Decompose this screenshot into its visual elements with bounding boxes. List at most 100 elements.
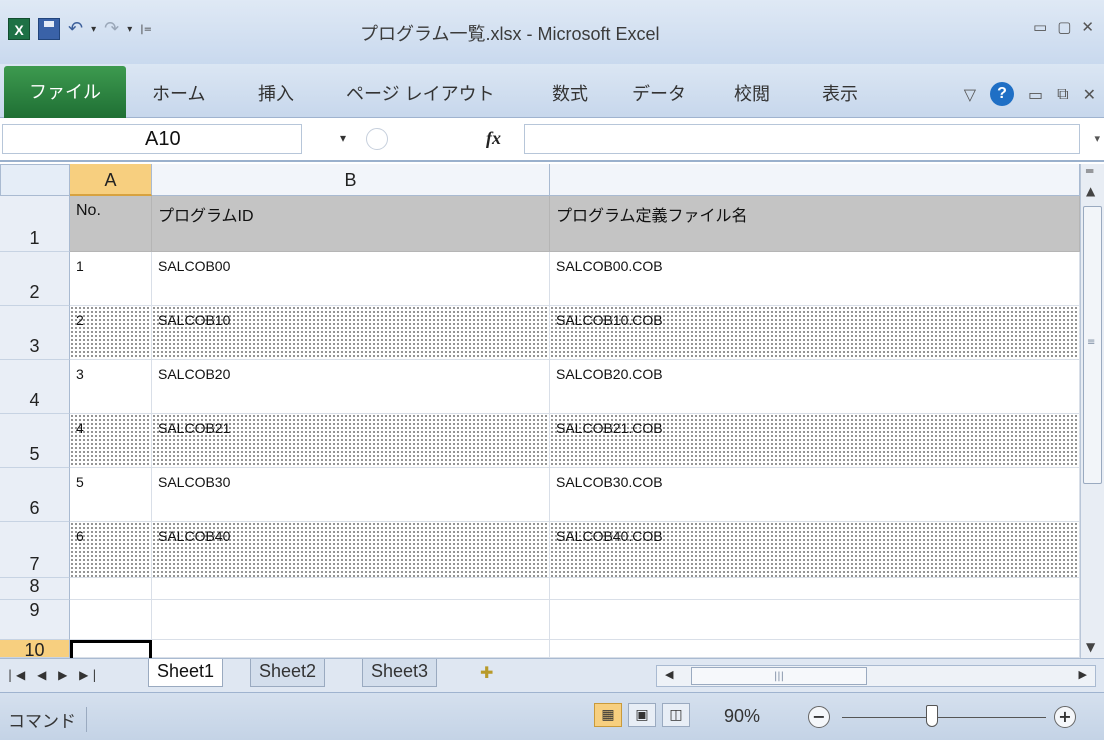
row-header[interactable]: 1: [0, 196, 70, 252]
zoom-level[interactable]: 90%: [724, 706, 760, 727]
normal-view-icon[interactable]: ▦: [594, 703, 622, 727]
cell[interactable]: SALCOB00.COB: [550, 252, 1080, 306]
horizontal-scroll-thumb[interactable]: |||: [691, 667, 867, 685]
cell[interactable]: 3: [70, 360, 152, 414]
scroll-up-icon[interactable]: ▲: [1086, 184, 1095, 198]
row-header[interactable]: 5: [0, 414, 70, 468]
table-row: 4 SALCOB21 SALCOB21.COB: [70, 414, 1080, 468]
cell[interactable]: [550, 578, 1080, 600]
redo-icon[interactable]: ↷: [104, 18, 119, 40]
workbook-minimize-icon[interactable]: ▭: [1028, 85, 1043, 104]
vertical-scroll-thumb[interactable]: ≡: [1083, 206, 1102, 484]
column-header-c[interactable]: [550, 164, 1080, 196]
zoom-out-button[interactable]: −: [808, 706, 830, 728]
cell[interactable]: 2: [70, 306, 152, 360]
cell[interactable]: SALCOB20.COB: [550, 360, 1080, 414]
zoom-slider-track[interactable]: [842, 717, 1046, 718]
tab-review[interactable]: 校閲: [734, 80, 770, 106]
cell-text: SALCOB10.COB: [556, 312, 663, 328]
scroll-left-icon[interactable]: ◀: [665, 668, 673, 681]
row-header[interactable]: 9: [0, 600, 70, 640]
cell[interactable]: プログラムID: [152, 196, 550, 252]
sheet-tab-1[interactable]: Sheet1: [148, 659, 224, 687]
cell[interactable]: SALCOB10: [152, 306, 550, 360]
cell[interactable]: [152, 640, 550, 658]
insert-sheet-icon[interactable]: ✚: [480, 663, 493, 682]
cell[interactable]: 1: [70, 252, 152, 306]
row-header[interactable]: 7: [0, 522, 70, 578]
tab-page-layout[interactable]: ページ レイアウト: [346, 80, 495, 106]
cell[interactable]: SALCOB40: [152, 522, 550, 578]
cell[interactable]: [70, 578, 152, 600]
cell[interactable]: SALCOB30: [152, 468, 550, 522]
column-header-a[interactable]: A: [70, 164, 152, 196]
cell[interactable]: [152, 578, 550, 600]
cell[interactable]: SALCOB40.COB: [550, 522, 1080, 578]
horizontal-scrollbar[interactable]: ◀ ||| ▶: [656, 665, 1096, 687]
save-icon[interactable]: [38, 18, 60, 40]
workbook-restore-icon[interactable]: ⧉: [1057, 84, 1068, 104]
cell[interactable]: SALCOB21.COB: [550, 414, 1080, 468]
cell-text: 6: [76, 528, 84, 544]
split-handle-icon[interactable]: ═: [1086, 164, 1093, 178]
cell[interactable]: 5: [70, 468, 152, 522]
sheet-nav-icons[interactable]: |◀ ◀ ▶ ▶|: [8, 668, 100, 682]
cell[interactable]: プログラム定義ファイル名: [550, 196, 1080, 252]
window-controls: ▭ ▢ ✕: [1033, 18, 1094, 36]
row-header[interactable]: 4: [0, 360, 70, 414]
name-box[interactable]: A10: [2, 124, 302, 154]
ribbon-tabs: ファイル ホーム 挿入 ページ レイアウト 数式 データ 校閲 表示 ▽ ? ▭…: [0, 64, 1104, 118]
row-header[interactable]: 3: [0, 306, 70, 360]
cell[interactable]: [550, 640, 1080, 658]
cell[interactable]: [152, 600, 550, 640]
zoom-in-button[interactable]: +: [1054, 706, 1076, 728]
cell[interactable]: SALCOB00: [152, 252, 550, 306]
active-cell-border[interactable]: [70, 640, 152, 660]
cell[interactable]: 4: [70, 414, 152, 468]
column-header-b[interactable]: B: [152, 164, 550, 196]
zoom-slider-thumb[interactable]: [926, 705, 938, 727]
cell[interactable]: No.: [70, 196, 152, 252]
name-box-value: A10: [145, 128, 181, 150]
tab-formulas[interactable]: 数式: [552, 80, 588, 106]
insert-function-icon[interactable]: fx: [486, 128, 501, 149]
help-icon[interactable]: ?: [990, 82, 1015, 106]
ribbon-collapse-icon[interactable]: ▽: [964, 85, 976, 104]
workbook-close-icon[interactable]: ✕: [1083, 85, 1096, 104]
scroll-down-icon[interactable]: ▼: [1086, 640, 1095, 654]
page-break-view-icon[interactable]: ◫: [662, 703, 690, 727]
tab-file[interactable]: ファイル: [4, 66, 126, 118]
cell[interactable]: [550, 600, 1080, 640]
minimize-icon[interactable]: ▭: [1033, 18, 1047, 36]
row-header[interactable]: 2: [0, 252, 70, 306]
redo-dropdown-icon[interactable]: ▾: [127, 24, 132, 35]
sheet-tab-2[interactable]: Sheet2: [250, 659, 326, 687]
select-all-button[interactable]: [0, 164, 70, 196]
excel-app-icon[interactable]: X: [8, 18, 30, 40]
customize-qat-icon[interactable]: |=: [140, 24, 152, 35]
tab-view[interactable]: 表示: [822, 80, 858, 106]
sheet-tab-3[interactable]: Sheet3: [362, 659, 438, 687]
tab-home[interactable]: ホーム: [152, 80, 205, 106]
row-header[interactable]: 6: [0, 468, 70, 522]
tab-data[interactable]: データ: [632, 80, 686, 106]
name-box-dropdown-icon[interactable]: ▾: [340, 131, 346, 145]
row-header[interactable]: 10: [0, 640, 70, 660]
page-layout-view-icon[interactable]: ▣: [628, 703, 656, 727]
formula-expand-icon[interactable]: ▾: [1094, 132, 1100, 145]
cell[interactable]: SALCOB21: [152, 414, 550, 468]
maximize-icon[interactable]: ▢: [1057, 18, 1071, 36]
row-header[interactable]: 8: [0, 576, 70, 600]
scroll-right-icon[interactable]: ▶: [1079, 668, 1087, 681]
formula-input[interactable]: [524, 124, 1080, 154]
vertical-scrollbar[interactable]: ═ ▲ ≡ ▼: [1080, 164, 1104, 658]
close-icon[interactable]: ✕: [1081, 18, 1094, 36]
cell[interactable]: SALCOB20: [152, 360, 550, 414]
cell[interactable]: SALCOB10.COB: [550, 306, 1080, 360]
cell[interactable]: [70, 600, 152, 640]
tab-insert[interactable]: 挿入: [258, 80, 294, 106]
cell[interactable]: SALCOB30.COB: [550, 468, 1080, 522]
undo-icon[interactable]: ↶: [68, 18, 83, 40]
cell[interactable]: 6: [70, 522, 152, 578]
undo-dropdown-icon[interactable]: ▾: [91, 24, 96, 35]
